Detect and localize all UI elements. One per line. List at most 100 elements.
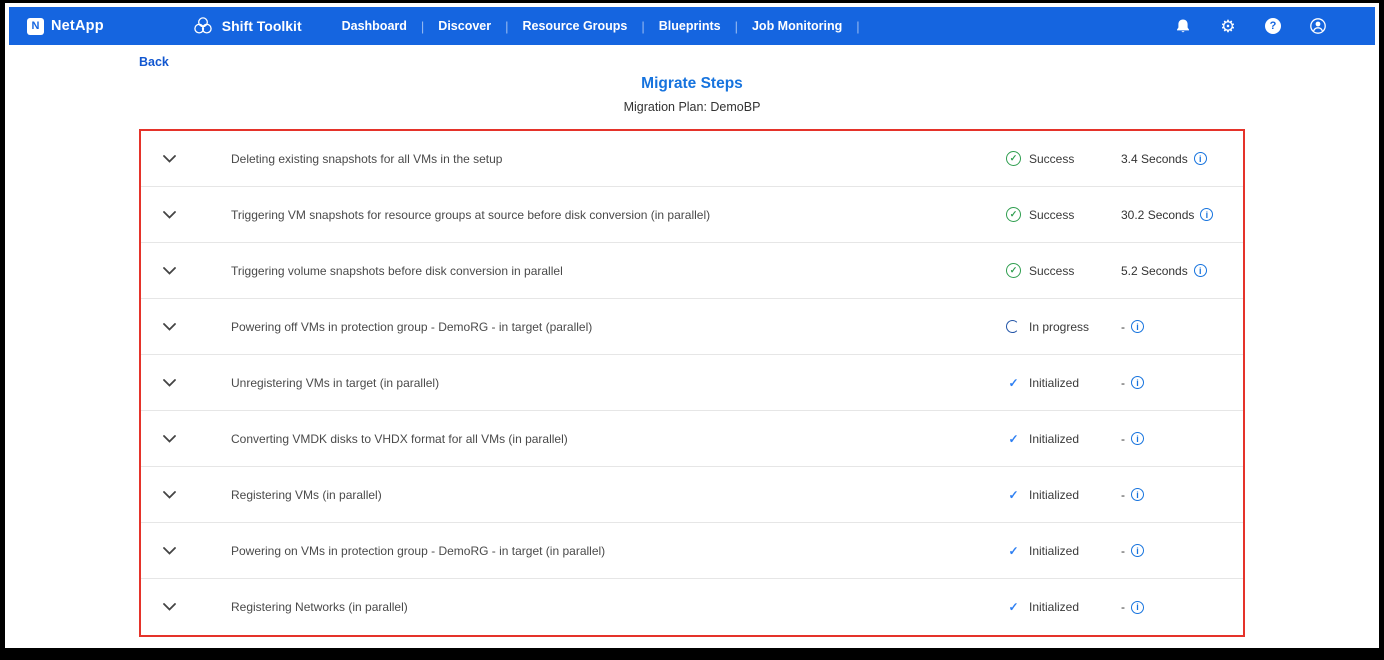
brand-name: NetApp <box>51 18 104 34</box>
info-icon[interactable] <box>1200 208 1213 221</box>
account-icon[interactable] <box>1309 17 1327 35</box>
migration-plan-subtitle: Migration Plan: DemoBP <box>9 99 1375 116</box>
expand-chevron-icon[interactable] <box>141 435 231 443</box>
status-text: Initialized <box>1029 544 1079 558</box>
step-status: Success <box>1006 207 1121 222</box>
status-text: Initialized <box>1029 600 1079 614</box>
expand-chevron-icon[interactable] <box>141 323 231 331</box>
step-duration: - <box>1121 376 1243 390</box>
step-duration: 5.2 Seconds <box>1121 264 1243 278</box>
step-label: Registering VMs (in parallel) <box>231 488 1006 502</box>
duration-text: 3.4 Seconds <box>1121 152 1188 166</box>
expand-chevron-icon[interactable] <box>141 603 231 611</box>
step-row: Powering off VMs in protection group - D… <box>141 299 1243 355</box>
step-row: Triggering VM snapshots for resource gro… <box>141 187 1243 243</box>
step-row: Deleting existing snapshots for all VMs … <box>141 131 1243 187</box>
duration-text: - <box>1121 320 1125 334</box>
notification-bell-icon[interactable] <box>1174 17 1192 35</box>
step-status: Initialized <box>1006 431 1121 446</box>
info-icon[interactable] <box>1131 376 1144 389</box>
step-label: Converting VMDK disks to VHDX format for… <box>231 432 1006 446</box>
step-status: Initialized <box>1006 375 1121 390</box>
shift-toolkit-icon <box>192 15 214 37</box>
status-icon <box>1006 487 1021 502</box>
info-icon[interactable] <box>1131 320 1144 333</box>
info-icon[interactable] <box>1131 544 1144 557</box>
info-icon[interactable] <box>1131 432 1144 445</box>
netapp-logo: NetApp <box>27 18 104 35</box>
expand-chevron-icon[interactable] <box>141 267 231 275</box>
nav-discover[interactable]: Discover <box>424 19 505 33</box>
info-icon[interactable] <box>1131 601 1144 614</box>
step-status: Initialized <box>1006 543 1121 558</box>
page-title: Migrate Steps <box>9 74 1375 94</box>
migrate-steps-panel: Deleting existing snapshots for all VMs … <box>139 129 1245 637</box>
expand-chevron-icon[interactable] <box>141 547 231 555</box>
shift-toolkit-brand: Shift Toolkit <box>192 15 302 37</box>
step-duration: - <box>1121 600 1243 614</box>
step-row: Unregistering VMs in target (in parallel… <box>141 355 1243 411</box>
step-row: Powering on VMs in protection group - De… <box>141 523 1243 579</box>
duration-text: 5.2 Seconds <box>1121 264 1188 278</box>
step-status: Initialized <box>1006 600 1121 615</box>
step-row: Triggering volume snapshots before disk … <box>141 243 1243 299</box>
status-icon <box>1006 263 1021 278</box>
step-row: Registering VMs (in parallel) Initialize… <box>141 467 1243 523</box>
step-label: Triggering volume snapshots before disk … <box>231 264 1006 278</box>
app-window: NetApp Shift Toolkit Dashboard | Discove… <box>0 0 1384 660</box>
step-label: Triggering VM snapshots for resource gro… <box>231 208 1006 222</box>
status-icon <box>1006 543 1021 558</box>
netapp-logo-icon <box>27 18 44 35</box>
step-duration: - <box>1121 320 1243 334</box>
topbar-actions: ⚙ <box>1174 17 1357 35</box>
expand-chevron-icon[interactable] <box>141 379 231 387</box>
status-icon spinner-icon <box>1006 320 1019 333</box>
step-status: In progress <box>1006 320 1121 334</box>
main-nav: Dashboard | Discover | Resource Groups |… <box>328 19 860 34</box>
expand-chevron-icon[interactable] <box>141 155 231 163</box>
step-duration: 3.4 Seconds <box>1121 152 1243 166</box>
status-text: Success <box>1029 264 1074 278</box>
info-icon[interactable] <box>1194 152 1207 165</box>
status-icon <box>1006 375 1021 390</box>
duration-text: - <box>1121 432 1125 446</box>
info-icon[interactable] <box>1194 264 1207 277</box>
nav-resource-groups[interactable]: Resource Groups <box>509 19 642 33</box>
settings-gear-icon[interactable]: ⚙ <box>1219 17 1237 35</box>
info-icon[interactable] <box>1131 488 1144 501</box>
status-text: Initialized <box>1029 488 1079 502</box>
status-icon <box>1006 600 1021 615</box>
step-label: Registering Networks (in parallel) <box>231 600 1006 614</box>
duration-text: - <box>1121 488 1125 502</box>
top-navigation-bar: NetApp Shift Toolkit Dashboard | Discove… <box>9 7 1375 45</box>
duration-text: - <box>1121 600 1125 614</box>
step-status: Success <box>1006 263 1121 278</box>
expand-chevron-icon[interactable] <box>141 211 231 219</box>
step-duration: - <box>1121 432 1243 446</box>
duration-text: 30.2 Seconds <box>1121 208 1194 222</box>
app-title: Shift Toolkit <box>222 18 302 34</box>
nav-job-monitoring[interactable]: Job Monitoring <box>738 19 856 33</box>
step-duration: - <box>1121 488 1243 502</box>
step-row: Converting VMDK disks to VHDX format for… <box>141 411 1243 467</box>
status-text: In progress <box>1029 320 1089 334</box>
step-label: Powering on VMs in protection group - De… <box>231 544 1006 558</box>
step-row: Registering Networks (in parallel) Initi… <box>141 579 1243 635</box>
step-label: Unregistering VMs in target (in parallel… <box>231 376 1006 390</box>
nav-dashboard[interactable]: Dashboard <box>328 19 421 33</box>
step-duration: - <box>1121 544 1243 558</box>
step-label: Powering off VMs in protection group - D… <box>231 320 1006 334</box>
step-label: Deleting existing snapshots for all VMs … <box>231 152 1006 166</box>
status-text: Success <box>1029 208 1074 222</box>
step-status: Initialized <box>1006 487 1121 502</box>
duration-text: - <box>1121 376 1125 390</box>
nav-separator: | <box>856 19 859 34</box>
nav-blueprints[interactable]: Blueprints <box>645 19 735 33</box>
duration-text: - <box>1121 544 1125 558</box>
status-text: Success <box>1029 152 1074 166</box>
status-text: Initialized <box>1029 432 1079 446</box>
status-icon <box>1006 207 1021 222</box>
help-icon[interactable] <box>1264 17 1282 35</box>
back-link[interactable]: Back <box>139 54 169 70</box>
expand-chevron-icon[interactable] <box>141 491 231 499</box>
